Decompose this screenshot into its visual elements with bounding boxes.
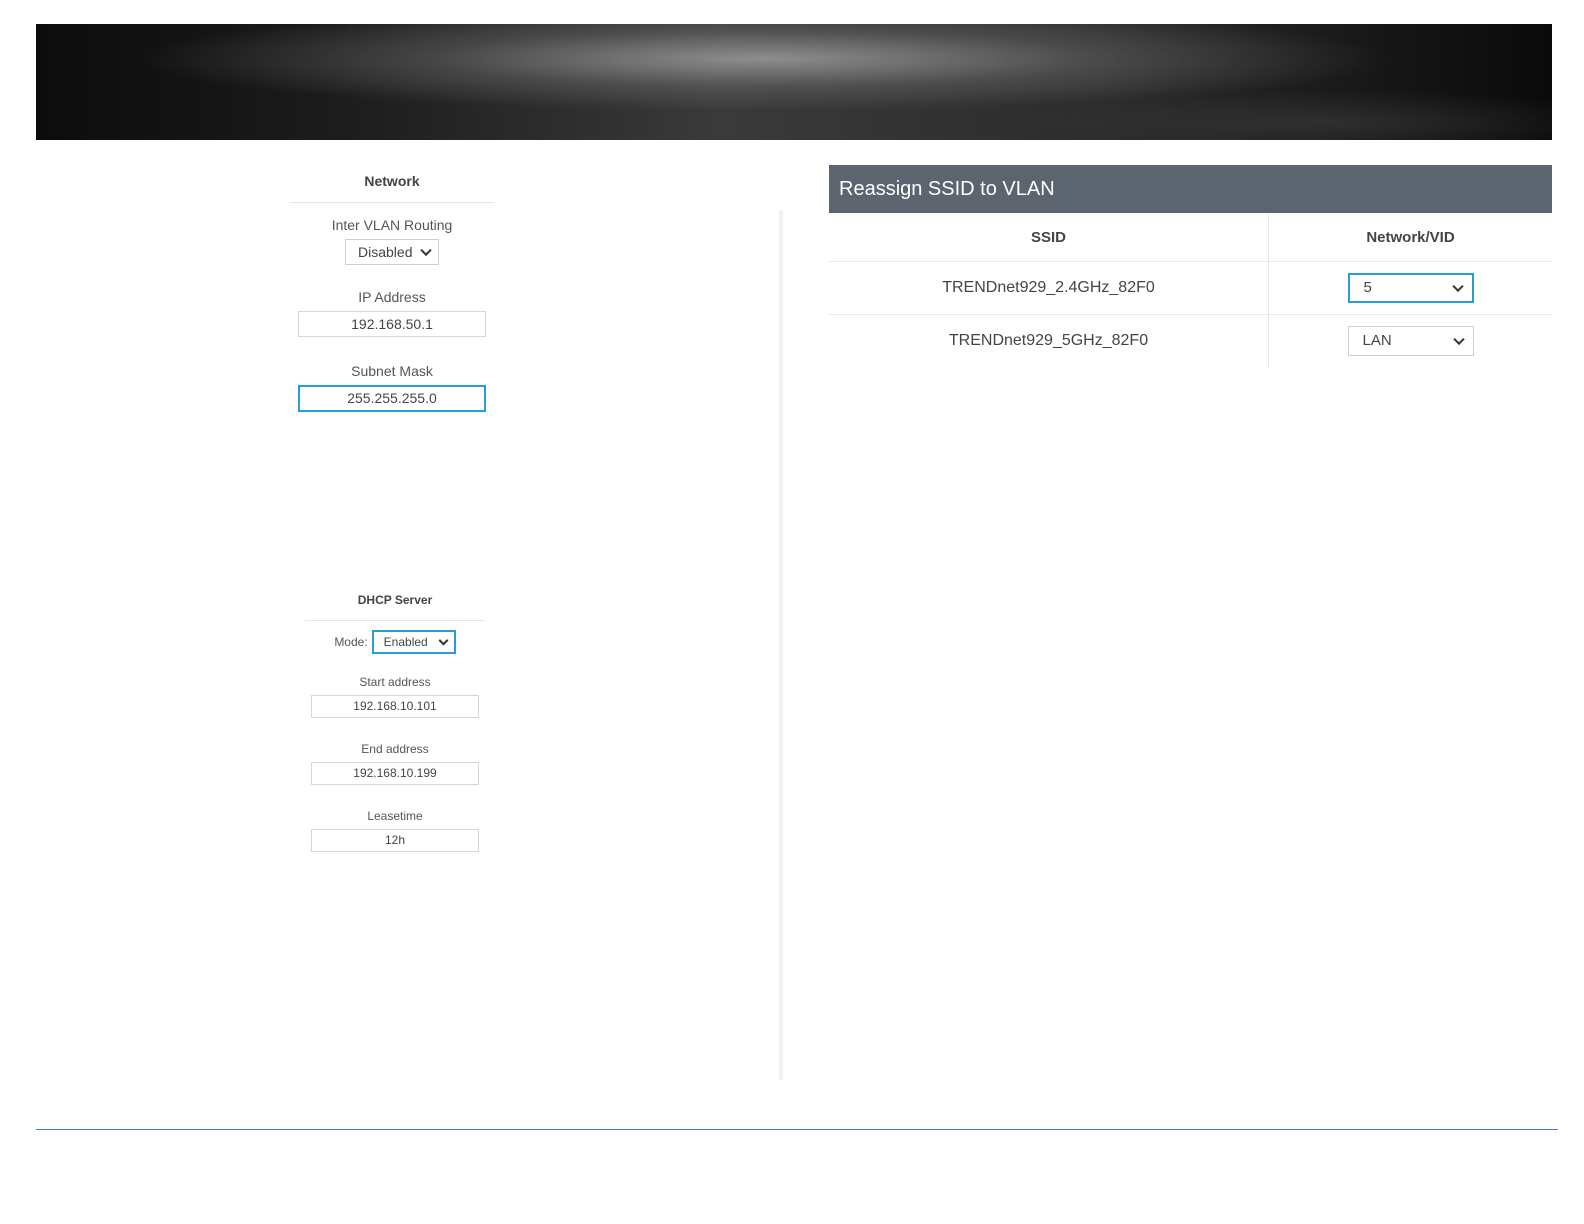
footer-rule (36, 1129, 1558, 1130)
network-panel: Network Inter VLAN Routing Disabled IP A… (290, 170, 494, 412)
start-address-input[interactable]: 192.168.10.101 (311, 695, 479, 718)
ssid-column-cell: SSID (829, 213, 1269, 261)
ssid-column-header: SSID (1030, 228, 1066, 246)
vid-column-header: Network/VID (1366, 228, 1455, 246)
dhcp-title: DHCP Server (357, 593, 433, 607)
ip-address-input[interactable]: 192.168.50.1 (298, 311, 486, 337)
vid-cell: LAN (1269, 315, 1552, 367)
subnet-mask-label: Subnet Mask (351, 363, 433, 379)
leasetime-label: Leasetime (367, 809, 423, 823)
dhcp-mode-label: Mode: (334, 635, 368, 649)
inter-vlan-select-value: Disabled (358, 244, 413, 260)
inter-vlan-label: Inter VLAN Routing (331, 217, 453, 233)
end-address-input[interactable]: 192.168.10.199 (311, 762, 479, 785)
table-row: TRENDnet929_2.4GHz_82F0 5 (829, 262, 1552, 315)
ssid-cell: TRENDnet929_2.4GHz_82F0 (829, 262, 1269, 314)
ip-address-label: IP Address (358, 289, 426, 305)
table-header-row: SSID Network/VID (829, 213, 1552, 262)
subnet-mask-input[interactable]: 255.255.255.0 (298, 385, 486, 412)
chevron-down-icon (438, 635, 449, 646)
chevron-down-icon (1452, 333, 1465, 346)
ssid-name: TRENDnet929_5GHz_82F0 (948, 332, 1149, 349)
vid-column-cell: Network/VID (1269, 213, 1552, 261)
inter-vlan-select[interactable]: Disabled (345, 239, 439, 265)
vid-select[interactable]: LAN (1347, 326, 1474, 356)
dhcp-mode-select[interactable]: Enabled (371, 630, 456, 654)
chevron-down-icon (1451, 280, 1464, 293)
vid-select-value: LAN (1362, 332, 1392, 349)
ssid-name: TRENDnet929_2.4GHz_82F0 (942, 279, 1155, 296)
network-title-rule (290, 202, 494, 203)
dhcp-title-rule (305, 620, 485, 621)
panel-divider (778, 210, 784, 1080)
header-banner (36, 24, 1552, 140)
vid-select-value: 5 (1363, 279, 1372, 296)
chevron-down-icon (420, 244, 432, 257)
start-address-label: Start address (359, 675, 431, 689)
dhcp-panel: DHCP Server Mode: Enabled Start address … (305, 592, 485, 852)
reassign-ssid-header: Reassign SSID to VLAN (829, 165, 1552, 213)
ssid-cell: TRENDnet929_5GHz_82F0 (829, 315, 1269, 367)
reassign-ssid-title: Reassign SSID to VLAN (839, 178, 1055, 200)
dhcp-mode-select-value: Enabled (383, 635, 428, 649)
leasetime-input[interactable]: 12h (311, 829, 479, 852)
vid-select[interactable]: 5 (1347, 273, 1474, 303)
table-row: TRENDnet929_5GHz_82F0 LAN (829, 315, 1552, 367)
vid-cell: 5 (1269, 262, 1552, 314)
network-title: Network (364, 173, 420, 189)
end-address-label: End address (361, 742, 429, 756)
reassign-ssid-table: SSID Network/VID TRENDnet929_2.4GHz_82F0… (829, 213, 1552, 367)
